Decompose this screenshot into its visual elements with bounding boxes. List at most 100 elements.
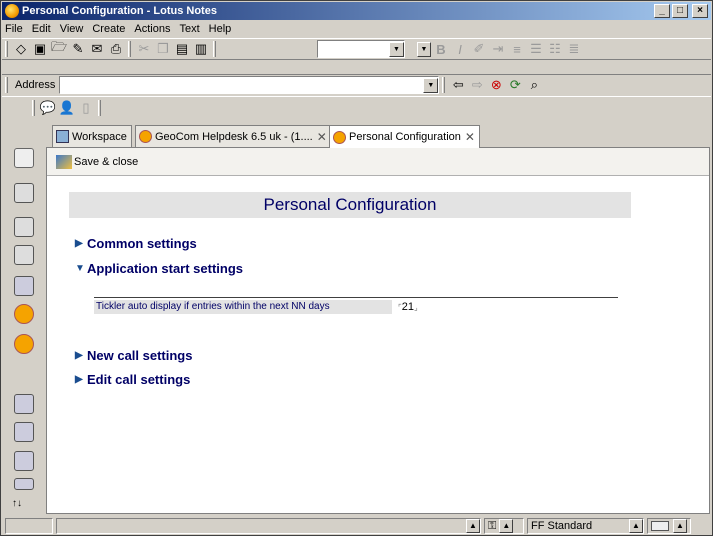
menu-file[interactable]: File bbox=[5, 23, 23, 35]
alignment-menu-icon[interactable]: ≣ bbox=[565, 40, 583, 58]
address-label: Address bbox=[15, 79, 56, 91]
font-dropdown[interactable]: ▼ bbox=[417, 40, 431, 58]
tickler-days-field[interactable]: ⌜ 21 ⌟ bbox=[398, 301, 418, 313]
save-close-label: Save & close bbox=[74, 155, 139, 168]
address-input[interactable]: ▼ bbox=[59, 76, 440, 94]
paste-icon[interactable]: ▤ bbox=[173, 40, 191, 58]
maximize-button[interactable]: □ bbox=[672, 4, 688, 18]
tab-personal-configuration[interactable]: Personal Configuration ✕ bbox=[329, 125, 480, 148]
forward-icon[interactable]: ⇨ bbox=[468, 76, 486, 94]
align-icon[interactable]: ≡ bbox=[508, 40, 526, 58]
address-bar: Address ▼ ⇦ ⇨ ⊗ ⟳ ⌕ bbox=[2, 75, 711, 95]
close-tab-icon[interactable]: ✕ bbox=[317, 130, 327, 144]
stop-icon[interactable]: ◇ bbox=[12, 40, 30, 58]
document-icon[interactable]: ▯ bbox=[77, 99, 95, 117]
save-close-icon bbox=[56, 154, 72, 169]
minimize-button[interactable]: _ bbox=[654, 4, 670, 18]
open-folder-icon[interactable]: 🗁 bbox=[50, 39, 68, 58]
secondary-toolbar: 💬 👤 ▯ bbox=[2, 96, 711, 118]
bullet-list-icon[interactable]: ☰ bbox=[527, 40, 545, 58]
window-title: Personal Configuration - Lotus Notes bbox=[22, 5, 217, 17]
window-tabs: Workspace GeoCom Helpdesk 6.5 uk - (1...… bbox=[46, 125, 710, 148]
database-icon bbox=[333, 130, 346, 144]
section-common-settings[interactable]: ▶ Common settings bbox=[75, 236, 197, 251]
toolbar-grip[interactable] bbox=[442, 77, 446, 93]
status-message-area[interactable] bbox=[5, 518, 53, 534]
back-icon[interactable]: ⇦ bbox=[449, 76, 467, 94]
menu-edit[interactable]: Edit bbox=[32, 23, 51, 35]
toolbar-grip[interactable] bbox=[32, 99, 35, 116]
close-button[interactable]: × bbox=[692, 4, 708, 18]
save-icon[interactable]: ▣ bbox=[31, 40, 49, 58]
highlighter-icon[interactable]: ✐ bbox=[470, 40, 488, 58]
triangle-right-icon[interactable]: ▶ bbox=[75, 238, 87, 249]
scroll-arrows-icon[interactable]: ↑↓ bbox=[12, 498, 22, 509]
mail-bookmark-icon[interactable] bbox=[14, 148, 34, 168]
chevron-up-icon[interactable]: ▲ bbox=[499, 519, 514, 533]
lotus-notes-window: Personal Configuration - Lotus Notes _ □… bbox=[0, 0, 713, 536]
toolbar-grip[interactable] bbox=[128, 41, 131, 57]
menu-actions[interactable]: Actions bbox=[134, 23, 170, 35]
inbox-indicator[interactable]: ▲ bbox=[647, 518, 691, 534]
save-close-button[interactable]: Save & close bbox=[53, 153, 141, 171]
chevron-down-icon[interactable]: ▼ bbox=[417, 41, 431, 57]
contacts-bookmark-icon[interactable] bbox=[14, 217, 34, 237]
toolbar-grip[interactable] bbox=[98, 99, 101, 116]
toolbar-grip[interactable] bbox=[5, 41, 8, 57]
cut-icon[interactable]: ✂ bbox=[135, 40, 153, 58]
section-application-start-settings[interactable]: ▼ Application start settings bbox=[75, 261, 243, 276]
tab-workspace[interactable]: Workspace bbox=[52, 125, 132, 147]
calendar-bookmark-icon[interactable] bbox=[14, 183, 34, 203]
section-new-call-settings[interactable]: ▶ New call settings bbox=[75, 348, 192, 363]
replicator-bookmark-icon[interactable] bbox=[14, 276, 34, 296]
todo-bookmark-icon[interactable] bbox=[14, 245, 34, 265]
triangle-right-icon[interactable]: ▶ bbox=[75, 374, 87, 385]
italic-icon[interactable]: I bbox=[451, 40, 469, 58]
bold-icon[interactable]: B bbox=[432, 40, 450, 58]
document-pane: Save & close Personal Configuration ▶ Co… bbox=[46, 147, 710, 514]
menu-create[interactable]: Create bbox=[92, 23, 125, 35]
database-bookmark-icon[interactable] bbox=[14, 304, 34, 324]
tickler-field-label: Tickler auto display if entries within t… bbox=[94, 300, 392, 314]
chevron-down-icon[interactable]: ▼ bbox=[423, 77, 439, 93]
menu-view[interactable]: View bbox=[60, 23, 84, 35]
section-edit-call-settings[interactable]: ▶ Edit call settings bbox=[75, 372, 190, 387]
print-icon[interactable]: ⎙ bbox=[107, 40, 125, 58]
chevron-up-icon[interactable]: ▲ bbox=[466, 519, 480, 533]
section-label: New call settings bbox=[87, 348, 193, 363]
numbered-list-icon[interactable]: ☷ bbox=[546, 40, 564, 58]
databases-bookmark-icon[interactable] bbox=[14, 422, 34, 442]
triangle-down-icon[interactable]: ▼ bbox=[75, 263, 87, 274]
toolbar-grip[interactable] bbox=[5, 77, 8, 93]
search-icon[interactable]: ⌕ bbox=[525, 76, 543, 94]
indent-icon[interactable]: ⇥ bbox=[489, 40, 507, 58]
chevron-up-icon[interactable]: ▲ bbox=[673, 519, 687, 533]
status-text-area[interactable]: ▲ bbox=[56, 518, 481, 534]
paste-special-icon[interactable]: ▥ bbox=[192, 40, 210, 58]
copy-icon[interactable]: ❐ bbox=[154, 40, 172, 58]
chevron-down-icon[interactable]: ▼ bbox=[389, 41, 404, 57]
menu-help[interactable]: Help bbox=[209, 23, 232, 35]
favorites-bookmark-icon[interactable] bbox=[14, 394, 34, 414]
more-bookmarks-icon[interactable] bbox=[14, 478, 34, 490]
tab-label: Workspace bbox=[72, 130, 127, 143]
chat-icon[interactable]: 💬 bbox=[39, 99, 57, 117]
person-icon[interactable]: 👤 bbox=[58, 99, 76, 117]
style-dropdown[interactable]: ▼ bbox=[317, 40, 405, 58]
tickler-days-value[interactable]: 21 bbox=[402, 301, 414, 313]
menu-text[interactable]: Text bbox=[179, 23, 199, 35]
chevron-up-icon[interactable]: ▲ bbox=[629, 519, 643, 533]
location-indicator[interactable]: ⚿ ▲ bbox=[484, 518, 524, 534]
toolbar-grip[interactable] bbox=[213, 41, 216, 57]
database-bookmark-icon[interactable] bbox=[14, 334, 34, 354]
refresh-icon[interactable]: ⟳ bbox=[506, 76, 524, 94]
tab-geocom-helpdesk[interactable]: GeoCom Helpdesk 6.5 uk - (1.... ✕ bbox=[135, 125, 332, 147]
more-bookmarks-icon[interactable] bbox=[14, 451, 34, 471]
edit-document-icon[interactable]: ✎ bbox=[69, 40, 87, 58]
font-style-selector[interactable]: FF Standard ▲ bbox=[527, 518, 644, 534]
triangle-right-icon[interactable]: ▶ bbox=[75, 350, 87, 361]
stop-loading-icon[interactable]: ⊗ bbox=[487, 76, 505, 94]
title-bar: Personal Configuration - Lotus Notes _ □… bbox=[2, 2, 711, 20]
forward-mail-icon[interactable]: ✉ bbox=[88, 40, 106, 58]
close-tab-icon[interactable]: ✕ bbox=[465, 130, 475, 144]
